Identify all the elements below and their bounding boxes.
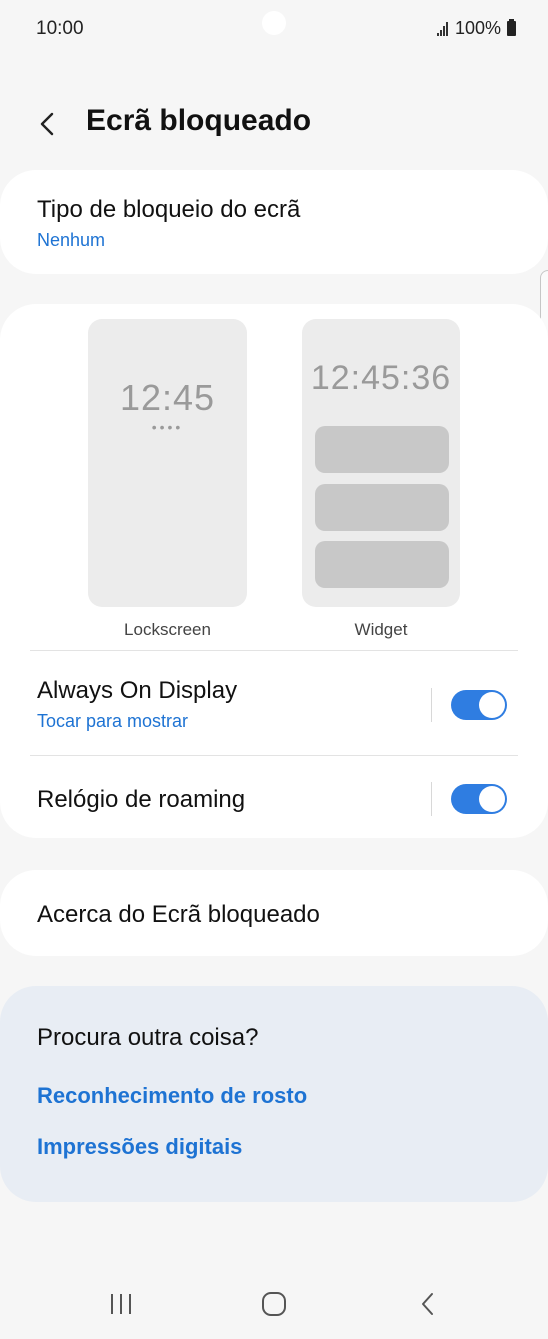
always-on-display-toggle[interactable] xyxy=(451,690,507,720)
widget-block xyxy=(315,426,449,473)
widget-preview-clock: 12:45:36 xyxy=(310,359,452,397)
face-recognition-link[interactable]: Reconhecimento de rosto xyxy=(37,1083,307,1109)
back-button[interactable] xyxy=(28,102,68,146)
chevron-left-icon xyxy=(40,112,54,136)
home-button[interactable] xyxy=(254,1288,294,1320)
battery-icon xyxy=(507,19,516,36)
always-on-display-title: Always On Display xyxy=(37,677,238,704)
lockscreen-preview[interactable]: 12:45 •••• xyxy=(88,319,247,607)
widget-label: Widget xyxy=(354,620,408,639)
vertical-divider xyxy=(431,688,432,722)
battery-percentage: 100% xyxy=(454,18,501,38)
widget-block xyxy=(315,484,449,531)
lockscreen-preview-dots: •••• xyxy=(151,419,184,435)
about-lockscreen-title: Acerca do Ecrã bloqueado xyxy=(37,901,320,928)
lock-type-setting[interactable]: Tipo de bloqueio do ecrã Nenhum xyxy=(0,170,548,274)
camera-cutout xyxy=(262,11,286,35)
status-bar: 10:00 100% xyxy=(0,0,548,62)
home-icon xyxy=(262,1292,286,1316)
back-nav-icon xyxy=(422,1293,433,1315)
roaming-clock-title: Relógio de roaming xyxy=(37,786,246,813)
toggle-knob xyxy=(479,786,505,812)
back-nav-button[interactable] xyxy=(408,1288,448,1320)
roaming-clock-row[interactable]: Relógio de roaming xyxy=(0,756,548,838)
recent-apps-button[interactable] xyxy=(101,1288,141,1320)
vertical-divider xyxy=(431,782,432,816)
app-header: Ecrã bloqueado xyxy=(0,96,548,152)
status-time: 10:00 xyxy=(36,18,84,39)
lock-type-title: Tipo de bloqueio do ecrã xyxy=(37,196,301,223)
suggestions-title: Procura outra coisa? xyxy=(37,1024,259,1051)
fingerprints-link[interactable]: Impressões digitais xyxy=(37,1134,242,1160)
toggle-knob xyxy=(479,692,505,718)
roaming-clock-toggle[interactable] xyxy=(451,784,507,814)
lockscreen-settings-card: 12:45 •••• 12:45:36 Lockscreen Widget Al… xyxy=(0,304,548,838)
lock-type-value: Nenhum xyxy=(37,230,106,250)
suggestions-card: Procura outra coisa? Reconhecimento de r… xyxy=(0,986,548,1202)
page-title: Ecrã bloqueado xyxy=(86,104,312,137)
widget-preview[interactable]: 12:45:36 xyxy=(302,319,460,607)
lockscreen-preview-clock: 12:45 xyxy=(119,377,216,418)
status-indicators: 100% xyxy=(436,18,516,39)
signal-icon xyxy=(436,21,448,36)
about-lockscreen-item[interactable]: Acerca do Ecrã bloqueado xyxy=(0,870,548,956)
always-on-display-row[interactable]: Always On Display Tocar para mostrar xyxy=(0,651,548,755)
widget-block xyxy=(315,541,449,588)
lockscreen-label: Lockscreen xyxy=(124,620,211,639)
always-on-display-sub: Tocar para mostrar xyxy=(37,711,189,731)
recent-apps-icon xyxy=(111,1294,131,1314)
navigation-bar xyxy=(0,1270,548,1339)
